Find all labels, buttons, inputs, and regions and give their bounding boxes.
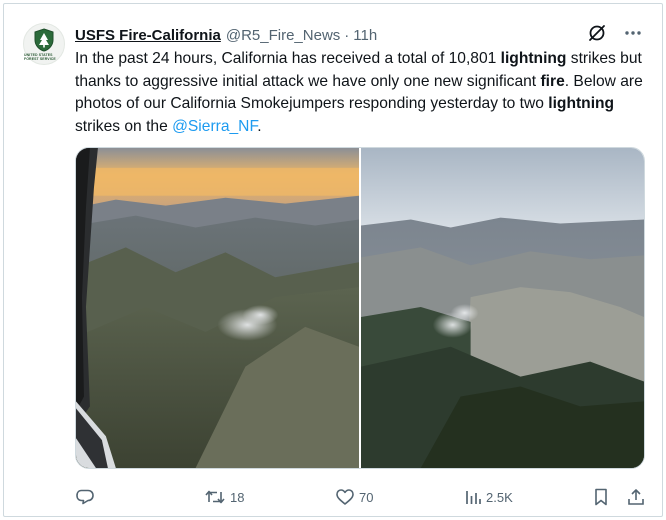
bookmark-icon xyxy=(595,488,607,506)
grok-icon[interactable] xyxy=(586,22,608,44)
display-name[interactable]: USFS Fire-California xyxy=(75,27,221,44)
retweet-icon xyxy=(205,490,225,504)
timestamp[interactable]: 11h xyxy=(353,27,377,44)
reply-icon xyxy=(76,489,94,505)
media-grid xyxy=(75,147,645,469)
more-options-icon[interactable] xyxy=(622,22,644,44)
avatar[interactable]: UNITED STATES FOREST SERVICE xyxy=(23,23,65,65)
heart-icon xyxy=(336,489,354,505)
share-icon xyxy=(628,489,644,505)
like-button[interactable]: 70 xyxy=(335,487,373,507)
views-chart-icon xyxy=(466,491,481,504)
retweet-button[interactable]: 18 xyxy=(204,487,244,507)
text-segment: In the past 24 hours, California has rec… xyxy=(75,50,501,67)
media-photo-1[interactable] xyxy=(76,148,359,468)
avatar-caption: UNITED STATES FOREST SERVICE xyxy=(24,52,56,61)
aerial-photo-smoke-forest-ridge-icon xyxy=(361,148,644,468)
mention-link[interactable]: @Sierra_NF xyxy=(172,118,257,135)
text-bold: fire xyxy=(540,72,565,90)
aerial-photo-smoke-canyon-icon xyxy=(76,148,359,468)
text-segment: strikes on the xyxy=(75,117,173,135)
bookmark-button[interactable] xyxy=(591,487,611,507)
retweet-count: 18 xyxy=(230,489,245,505)
top-actions xyxy=(586,22,644,44)
tweet-card[interactable]: UNITED STATES FOREST SERVICE USFS Fire-C… xyxy=(3,3,663,517)
share-button[interactable] xyxy=(626,487,646,507)
text-bold: lightning xyxy=(548,95,615,112)
text-bold: lightning xyxy=(500,50,567,67)
reply-button[interactable] xyxy=(75,487,99,507)
views-button[interactable]: 2.5K xyxy=(464,488,513,506)
user-handle[interactable]: @R5_Fire_News xyxy=(226,27,340,44)
text-segment: . xyxy=(257,117,262,135)
separator-dot: · xyxy=(344,26,350,44)
media-photo-2[interactable] xyxy=(361,148,644,468)
views-count: 2.5K xyxy=(486,489,513,505)
tweet-text: In the past 24 hours, California has rec… xyxy=(75,48,647,138)
tweet-header: USFS Fire-California @R5_Fire_News · 11h xyxy=(75,24,377,46)
like-count: 70 xyxy=(359,489,374,505)
tweet-actions: 18 70 2.5K xyxy=(75,483,650,511)
usfs-shield-logo-icon xyxy=(34,27,54,52)
